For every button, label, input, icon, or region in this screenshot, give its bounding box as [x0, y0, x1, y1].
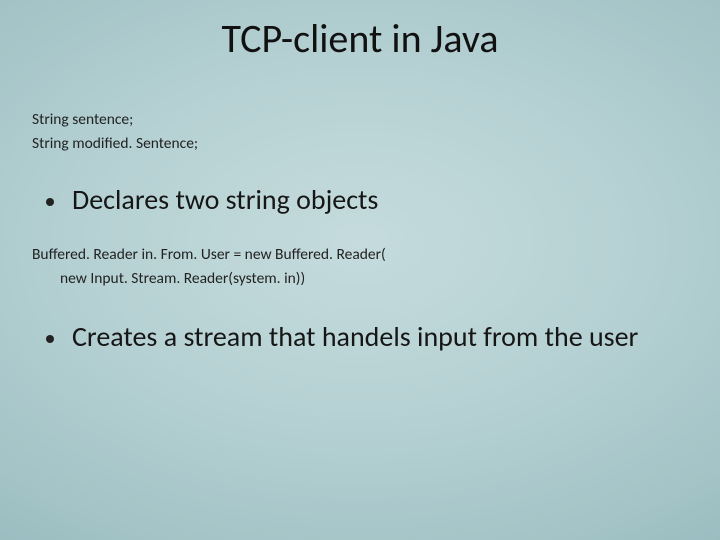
bullet-dot-icon [46, 335, 54, 343]
bullet-text-1: Declares two string objects [72, 182, 378, 217]
bullet-text-2: Creates a stream that handels input from… [72, 319, 638, 354]
code-line-2: String modified. Sentence; [32, 132, 680, 156]
bullet-item-2: Creates a stream that handels input from… [32, 319, 680, 354]
bullet-dot-icon [46, 198, 54, 206]
code-line-3: Buffered. Reader in. From. User = new Bu… [32, 243, 680, 267]
slide-title: TCP-client in Java [0, 14, 720, 63]
slide-body: String sentence; String modified. Senten… [32, 108, 680, 354]
code-line-4: new Input. Stream. Reader(system. in)) [32, 267, 680, 291]
code-block-2: Buffered. Reader in. From. User = new Bu… [32, 243, 680, 291]
slide: TCP-client in Java String sentence; Stri… [0, 0, 720, 540]
code-line-1: String sentence; [32, 108, 680, 132]
bullet-item-1: Declares two string objects [32, 182, 680, 217]
